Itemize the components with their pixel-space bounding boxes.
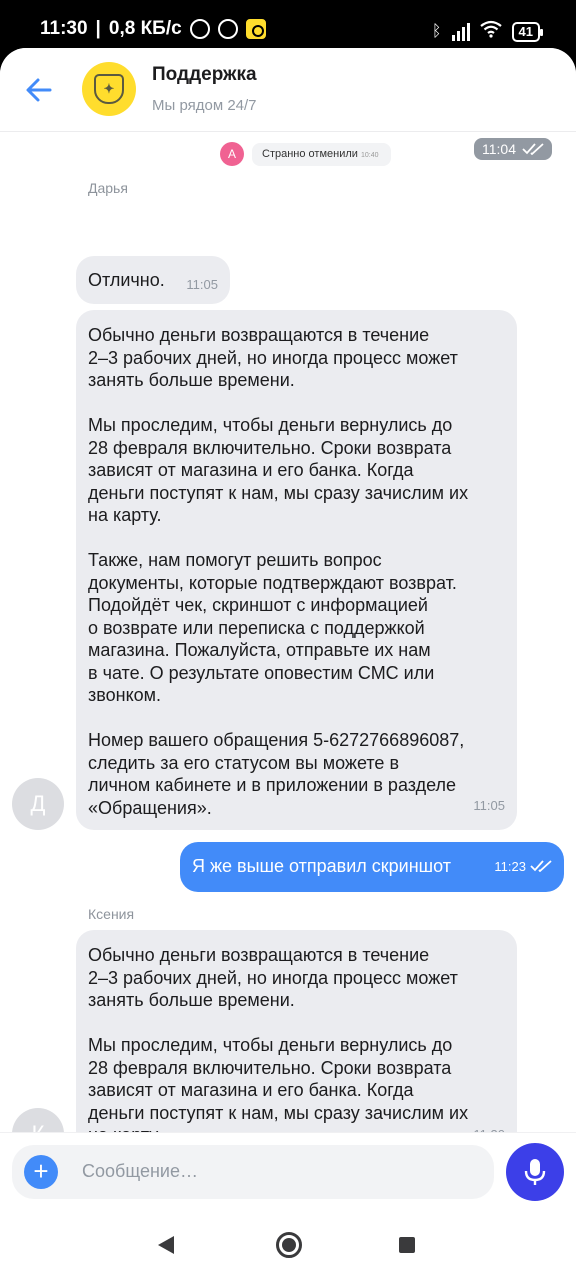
nav-home-icon[interactable] [276,1232,302,1258]
message-text: Обычно деньги возвращаются в течение 2–3… [88,325,469,818]
chat-app: ✦ Поддержка Мы рядом 24/7 А Странно отме… [0,48,576,1280]
brand-logo: ✦ [82,62,136,116]
previous-message-snippet: А Странно отменили 10:40 [220,142,391,166]
message-text: Обычно деньги возвращаются в течение 2–3… [88,945,469,1145]
avatar[interactable]: Д [12,778,64,830]
wifi-icon [479,20,502,43]
chat-title: Поддержка [152,64,257,85]
nav-back-icon[interactable] [158,1236,174,1254]
microphone-icon[interactable] [506,1143,564,1201]
mute-icon [189,19,210,39]
system-nav-bar [0,1208,576,1280]
sender-name: Ксения [88,906,135,922]
status-time: 11:30 [40,18,88,39]
read-ticks-icon [522,143,544,155]
add-attachment-icon[interactable]: + [24,1155,58,1189]
avatar: А [220,142,244,166]
nav-recent-icon[interactable] [399,1237,415,1253]
alarm-icon [217,19,238,39]
bluetooth-icon: ᛒ [431,22,442,40]
message-list[interactable]: А Странно отменили 10:40 11:04 Дарья Отл… [0,132,576,1163]
chat-subtitle: Мы рядом 24/7 [152,97,257,114]
status-left: 11:30 | 0,8 КБ/с [40,18,266,40]
message-bubble[interactable]: Отлично. 11:05 [76,256,230,304]
message-bubble[interactable]: Обычно деньги возвращаются в течение 2–3… [76,930,517,1159]
snippet-text: Странно отменили 10:40 [252,142,391,166]
message-time: 11:23 [494,859,526,874]
message-time: 11:05 [473,797,505,813]
back-arrow-icon[interactable] [22,74,58,106]
app-notification-icon [245,19,266,39]
message-text: Отлично. [88,270,165,290]
sender-name: Дарья [88,180,128,196]
read-ticks-icon [530,860,552,872]
status-right: ᛒ 41 [431,20,544,43]
message-composer: + Сообщение… [0,1132,576,1202]
chat-header: ✦ Поддержка Мы рядом 24/7 [0,48,576,132]
message-time: 11:05 [186,277,218,292]
battery-icon: 41 [511,21,544,42]
message-placeholder: Сообщение… [82,1161,198,1181]
message-bubble[interactable]: Обычно деньги возвращаются в течение 2–3… [76,310,517,830]
message-text: Я же выше отправил скриншот [192,856,451,876]
outgoing-message-bubble[interactable]: Я же выше отправил скриншот 11:23 [180,842,564,892]
network-speed: 0,8 КБ/с [108,18,182,39]
message-input[interactable]: + Сообщение… [12,1145,494,1199]
signal-icon [451,22,470,41]
shield-icon: ✦ [94,74,124,104]
previous-message-time: 11:04 [474,138,552,160]
